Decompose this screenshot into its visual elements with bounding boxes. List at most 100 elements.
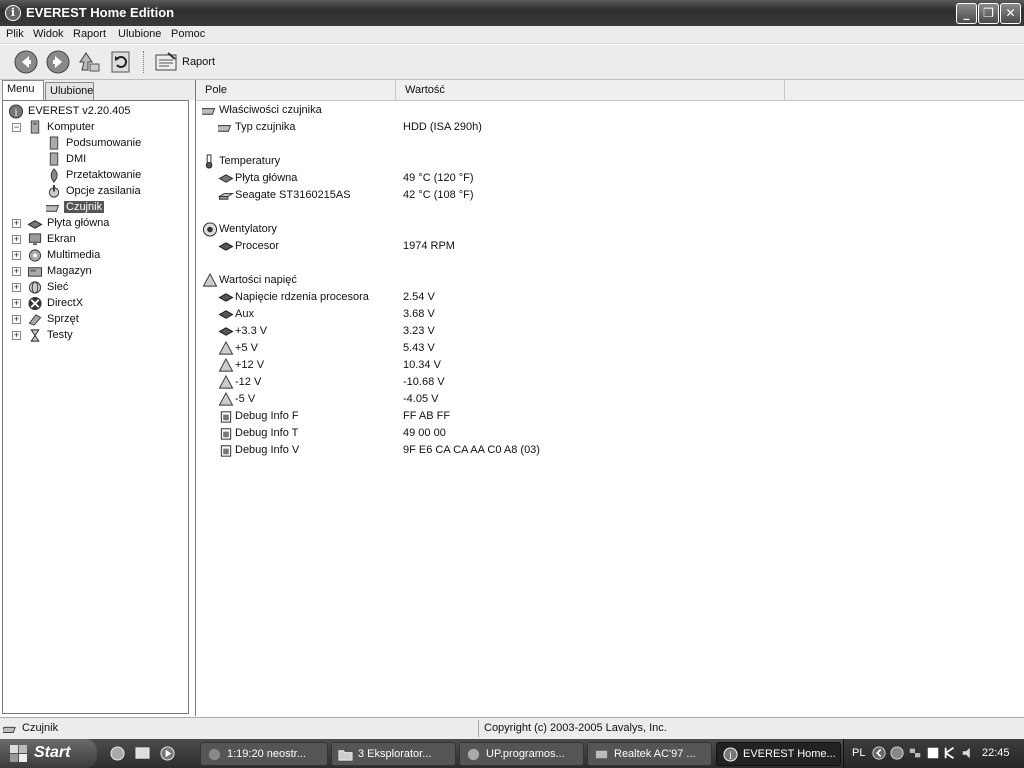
task-button-1[interactable]: 1:19:20 neostr... — [200, 742, 328, 766]
multimedia-icon — [28, 249, 42, 262]
collapse-icon[interactable]: − — [12, 123, 21, 132]
info-icon: i — [723, 747, 738, 762]
status-divider — [478, 720, 479, 737]
debug-icon — [220, 411, 232, 423]
sensor-icon — [218, 125, 232, 132]
cpu-icon — [218, 310, 234, 319]
tray-square-icon[interactable] — [926, 746, 940, 760]
windows-logo-icon — [10, 745, 27, 762]
network-globe-icon — [28, 281, 42, 294]
system-tray: PL 22:45 — [843, 739, 1024, 768]
task-button-3[interactable]: UP.programos... — [459, 742, 584, 766]
quicklaunch-media-icon[interactable] — [160, 746, 175, 761]
up-arrow-icon[interactable] — [78, 50, 102, 74]
voltage-warning-icon — [218, 392, 234, 406]
quicklaunch-browser-icon[interactable] — [110, 746, 125, 761]
expand-icon[interactable]: + — [12, 267, 21, 276]
flame-icon — [50, 168, 58, 183]
thermometer-icon — [205, 154, 213, 169]
power-icon — [48, 184, 60, 198]
expand-icon[interactable]: + — [12, 251, 21, 260]
window-title: EVEREST Home Edition — [26, 5, 175, 20]
toolbar-separator — [143, 51, 145, 73]
menu-pomoc[interactable]: Pomoc — [171, 28, 205, 40]
sensor-icon — [46, 205, 60, 212]
language-indicator[interactable]: PL — [852, 747, 865, 759]
cpu-icon — [218, 327, 234, 336]
column-pole[interactable]: Pole — [196, 80, 396, 101]
tray-network-icon[interactable] — [908, 746, 922, 760]
voltage-warning-icon — [218, 358, 234, 372]
navigation-tree[interactable]: i EVEREST v2.20.405 − Komputer Podsumowa… — [2, 100, 189, 714]
forward-arrow-icon[interactable] — [46, 50, 70, 74]
status-copyright: Copyright (c) 2003-2005 Lavalys, Inc. — [484, 722, 667, 734]
devices-icon — [28, 314, 42, 326]
start-button[interactable]: Start — [0, 739, 97, 768]
back-arrow-icon[interactable] — [14, 50, 38, 74]
info-icon: i — [8, 104, 24, 119]
close-button[interactable]: ✕ — [1000, 3, 1021, 24]
menu-bar: Plik Widok Raport Ulubione Pomoc — [0, 26, 1024, 44]
motherboard-icon — [27, 220, 43, 229]
fan-icon — [202, 222, 218, 237]
expand-icon[interactable]: + — [12, 331, 21, 340]
expand-icon[interactable]: + — [12, 235, 21, 244]
clock[interactable]: 22:45 — [982, 747, 1010, 759]
svg-text:i: i — [729, 750, 732, 761]
details-panel: Pole Wartość Właściwości czujnika Typ cz… — [195, 80, 1024, 716]
task-button-everest[interactable]: i EVEREST Home... — [716, 742, 841, 766]
title-bar: i EVEREST Home Edition _ ❐ ✕ — [0, 0, 1024, 26]
voltage-warning-icon — [202, 273, 218, 287]
taskbar: Start 1:19:20 neostr... 3 Eksplorator...… — [0, 739, 1024, 768]
directx-icon — [28, 296, 42, 311]
tray-volume-icon[interactable] — [961, 746, 975, 760]
column-header: Pole Wartość — [196, 80, 1024, 101]
menu-ulubione[interactable]: Ulubione — [118, 28, 161, 40]
quicklaunch-desktop-icon[interactable] — [135, 746, 150, 761]
monitor-icon — [28, 233, 42, 246]
tab-menu[interactable]: Menu — [2, 80, 44, 101]
maximize-button[interactable]: ❐ — [978, 3, 999, 24]
tray-chevron-icon[interactable] — [872, 746, 886, 760]
raport-button-label[interactable]: Raport — [182, 56, 215, 68]
computer-icon — [49, 136, 59, 150]
column-wartosc[interactable]: Wartość — [396, 80, 785, 101]
expand-icon[interactable]: + — [12, 315, 21, 324]
menu-plik[interactable]: Plik — [6, 28, 24, 40]
refresh-icon[interactable] — [109, 50, 133, 74]
tray-info-icon[interactable] — [890, 746, 904, 760]
debug-icon — [220, 445, 232, 457]
browser-icon — [467, 748, 480, 761]
cpu-icon — [218, 293, 234, 302]
task-button-2[interactable]: 3 Eksplorator... — [331, 742, 456, 766]
status-left-text: Czujnik — [22, 722, 59, 734]
expand-icon[interactable]: + — [12, 219, 21, 228]
voltage-warning-icon — [218, 341, 234, 355]
report-icon[interactable] — [154, 50, 178, 74]
motherboard-icon — [218, 174, 234, 183]
hard-disk-icon — [218, 193, 234, 200]
debug-icon — [220, 428, 232, 440]
app-info-icon[interactable]: i — [5, 5, 21, 21]
menu-raport[interactable]: Raport — [73, 28, 106, 40]
tray-k-icon[interactable] — [943, 746, 957, 760]
tab-ulubione[interactable]: Ulubione — [45, 82, 94, 100]
expand-icon[interactable]: + — [12, 283, 21, 292]
computer-icon — [49, 152, 59, 166]
hourglass-icon — [30, 329, 40, 342]
task-button-4[interactable]: Realtek AC'97 ... — [587, 742, 712, 766]
folder-icon — [338, 750, 353, 761]
expand-icon[interactable]: + — [12, 299, 21, 308]
audio-icon — [595, 750, 608, 759]
status-bar: Czujnik Copyright (c) 2003-2005 Lavalys,… — [0, 717, 1024, 739]
left-tabs: Menu Ulubione — [0, 80, 195, 101]
svg-text:i: i — [15, 107, 18, 118]
sensor-icon — [3, 726, 16, 733]
player-icon — [208, 748, 221, 761]
voltage-warning-icon — [218, 375, 234, 389]
computer-icon — [30, 120, 40, 134]
storage-icon — [27, 267, 43, 277]
cpu-icon — [218, 242, 234, 251]
minimize-button[interactable]: _ — [956, 3, 977, 24]
menu-widok[interactable]: Widok — [33, 28, 64, 40]
